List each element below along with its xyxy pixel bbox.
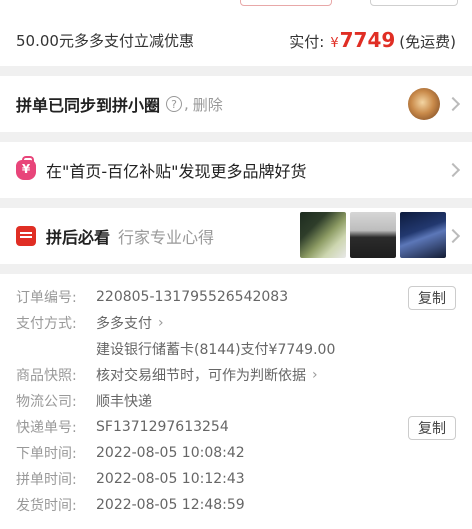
laptop-thumbnail[interactable] — [350, 212, 396, 258]
logistics-company-row: 物流公司: 顺丰快递 — [16, 388, 456, 414]
subsidy-banner-row[interactable]: 在"首页-百亿补贴"发现更多品牌好货 — [0, 142, 472, 198]
field-label: 物流公司: — [16, 394, 77, 410]
field-label: 快递单号: — [16, 420, 77, 436]
order-number: 220805-131795526542083 — [96, 289, 289, 305]
doc-list-icon — [16, 226, 36, 246]
promo-text: 50.00元多多支付立减优惠 — [16, 31, 194, 50]
help-circle-icon[interactable]: ? — [166, 96, 183, 112]
payment-detail-row: 建设银行储蓄卡(8144)支付¥7749.00 — [16, 336, 456, 362]
chevron-right-icon: › — [312, 367, 318, 383]
logistics-company: 顺丰快递 — [96, 394, 152, 410]
action-button-partial[interactable] — [240, 0, 332, 6]
snapshot-link[interactable]: 核对交易细节时，可作为判断依据 — [96, 365, 306, 385]
payment-method: 多多支付 — [96, 316, 152, 332]
article-thumbnails — [300, 212, 446, 258]
must-see-subtitle: 行家专业心得 — [118, 228, 215, 247]
chevron-right-icon — [445, 228, 461, 244]
paid-amount-block: 实付: ¥ 7749 (免运费) — [289, 28, 456, 52]
order-info-section: 订单编号: 220805-131795526542083 复制 支付方式: 多多… — [0, 274, 472, 529]
ship-time-row: 发货时间: 2022-08-05 12:48:59 — [16, 492, 456, 518]
sync-to-circle-row[interactable]: 拼单已同步到拼小圈 ? , 删除 — [0, 76, 472, 132]
avatar[interactable] — [408, 88, 440, 120]
action-button-partial[interactable] — [370, 0, 458, 6]
field-label: 拼单时间: — [16, 472, 77, 488]
chevron-right-icon: › — [158, 315, 164, 331]
ship-time: 2022-08-05 12:48:59 — [96, 497, 245, 513]
group-time: 2022-08-05 10:12:43 — [96, 471, 245, 487]
snapshot-row[interactable]: 商品快照: 核对交易细节时，可作为判断依据 › — [16, 362, 456, 388]
sync-title: 拼单已同步到拼小圈 — [16, 96, 161, 115]
field-label: 商品快照: — [16, 368, 77, 384]
paid-amount: 7749 — [339, 28, 396, 52]
must-see-title: 拼后必看 — [46, 228, 111, 247]
sync-comma: , — [184, 95, 189, 113]
field-label: 下单时间: — [16, 446, 77, 462]
subsidy-text: 在"首页-百亿补贴"发现更多品牌好货 — [46, 162, 307, 181]
payment-summary: 50.00元多多支付立减优惠 实付: ¥ 7749 (免运费) — [0, 14, 472, 66]
payment-detail: 建设银行储蓄卡(8144)支付¥7749.00 — [96, 342, 336, 358]
shipping-note: (免运费) — [399, 33, 456, 51]
chevron-right-icon — [445, 162, 461, 178]
payment-method-row[interactable]: 支付方式: 多多支付 › — [16, 310, 456, 336]
must-see-row[interactable]: 拼后必看 行家专业心得 — [0, 208, 472, 264]
currency-symbol: ¥ — [330, 36, 339, 51]
tracking-number: SF1371297613254 — [96, 419, 229, 435]
chevron-right-icon — [445, 96, 461, 112]
tracking-number-row: 快递单号: SF1371297613254 复制 — [16, 414, 456, 440]
top-action-strip — [0, 0, 472, 14]
group-time-row: 拼单时间: 2022-08-05 10:12:43 — [16, 466, 456, 492]
field-label: 发货时间: — [16, 498, 77, 514]
copy-order-number-button[interactable]: 复制 — [408, 286, 456, 310]
order-time-row: 下单时间: 2022-08-05 10:08:42 — [16, 440, 456, 466]
laptop-thumbnail[interactable] — [300, 212, 346, 258]
subsidy-bag-icon — [16, 156, 36, 180]
order-time: 2022-08-05 10:08:42 — [96, 445, 245, 461]
laptop-thumbnail[interactable] — [400, 212, 446, 258]
delete-link[interactable]: 删除 — [193, 94, 223, 115]
field-label: 支付方式: — [16, 316, 77, 332]
copy-tracking-number-button[interactable]: 复制 — [408, 416, 456, 440]
field-label: 订单编号: — [16, 290, 77, 306]
paid-label: 实付: — [289, 33, 325, 51]
order-number-row: 订单编号: 220805-131795526542083 复制 — [16, 284, 456, 310]
